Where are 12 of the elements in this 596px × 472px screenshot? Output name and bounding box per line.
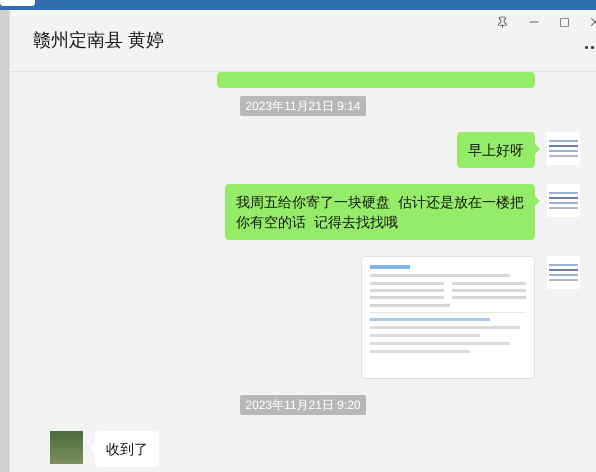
timestamp: 2023年11月21日 9:14 [240,96,366,116]
avatar-image[interactable] [547,256,580,289]
timestamp: 2023年11月21日 9:20 [240,395,366,415]
message-bubble: 早上好呀 [457,132,535,168]
more-icon[interactable] [585,46,596,49]
maximize-icon[interactable] [559,16,570,28]
message-bubble: 收到了 [95,431,159,467]
window-title: 赣州定南县 黄婷 [33,29,164,52]
avatar-image[interactable] [547,184,580,217]
avatar-image[interactable] [547,132,580,165]
message-bubble: 我周五给你寄了一块硬盘 估计还是放在一楼把你有空的话 记得去找找哦 [225,184,535,240]
pin-icon[interactable] [496,16,509,28]
